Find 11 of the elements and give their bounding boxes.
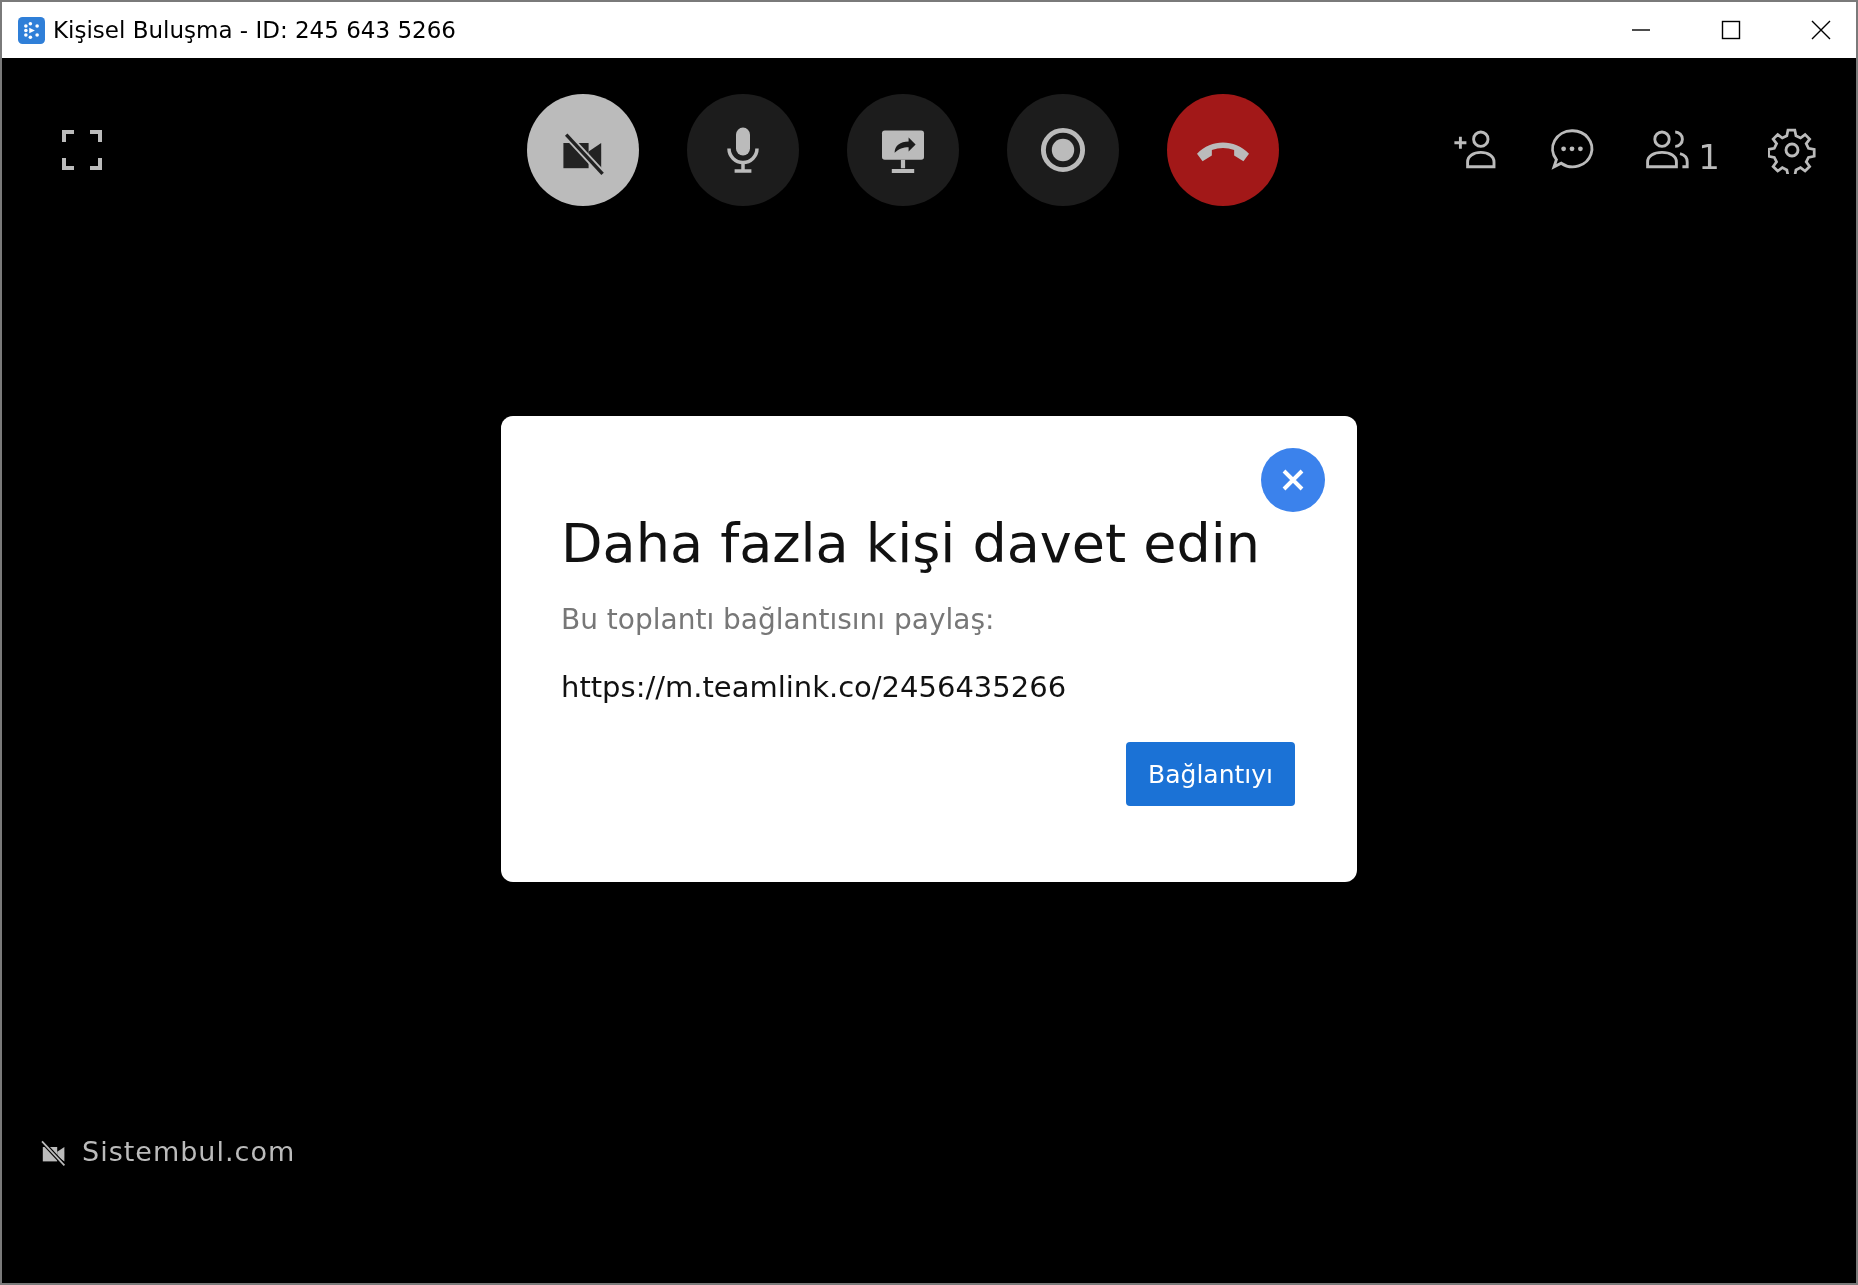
dialog-subtitle: Bu toplantı bağlantısını paylaş: [561, 603, 996, 637]
participant-name: Sistembul.com [82, 1135, 296, 1167]
window-title: Kişisel Buluşma - ID: 245 643 5266 [53, 17, 457, 43]
copy-link-button[interactable]: Bağlantıyı [1126, 742, 1295, 807]
participant-count: 1 [1698, 140, 1720, 174]
settings-icon[interactable] [1768, 126, 1816, 174]
app-logo-icon [18, 16, 45, 44]
dialog-title: Daha fazla kişi davet edin [561, 514, 1262, 574]
close-icon[interactable] [1811, 20, 1831, 40]
fullscreen-icon[interactable] [62, 130, 102, 170]
maximize-icon[interactable] [1721, 20, 1741, 40]
